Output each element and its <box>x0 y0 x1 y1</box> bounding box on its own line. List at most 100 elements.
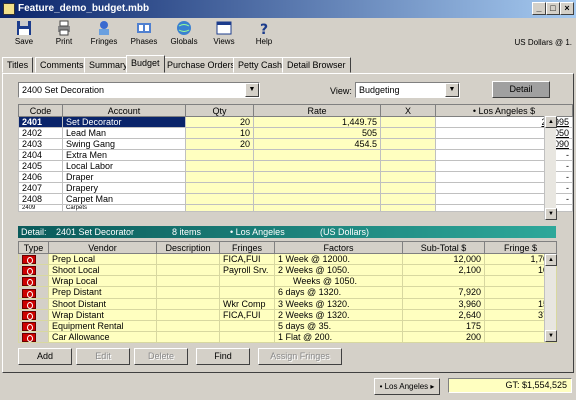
detail-description[interactable] <box>156 308 220 321</box>
detail-button[interactable]: Detail <box>492 81 550 98</box>
detail-fringes[interactable]: FICA,FUI <box>219 252 275 266</box>
scroll-down-icon[interactable]: ▼ <box>545 330 557 342</box>
col-vendor[interactable]: Vendor <box>48 241 157 254</box>
col-description[interactable]: Description <box>156 241 220 254</box>
detail-row[interactable]: Shoot Distant Wkr Comp 3 Weeks @ 1320. 3… <box>18 297 557 310</box>
detail-row[interactable]: Prep Local FICA,FUI 1 Week @ 12000. 12,0… <box>18 252 557 266</box>
budget-qty[interactable]: 20 <box>185 116 254 128</box>
add-button[interactable]: Add <box>18 348 72 365</box>
detail-vendor[interactable]: Wrap Distant <box>48 308 157 321</box>
detail-type[interactable] <box>18 264 49 277</box>
detail-description[interactable] <box>156 275 220 288</box>
detail-fringes[interactable] <box>219 330 275 344</box>
detail-fringes[interactable]: FICA,FUI <box>219 308 275 321</box>
budget-row[interactable]: 2402 Lead Man 10 505 5,050 <box>18 127 573 139</box>
detail-factors[interactable]: 1 Week @ 12000. <box>274 252 403 266</box>
col-fringes[interactable]: Fringes <box>219 241 275 254</box>
toolbar-views-button[interactable]: Views <box>204 19 244 49</box>
budget-qty[interactable]: 10 <box>185 127 254 139</box>
col-fringe-amount[interactable]: Fringe $ <box>484 241 557 254</box>
toolbar-phases-button[interactable]: Phases <box>124 19 164 49</box>
view-select[interactable]: Budgeting ▼ <box>355 82 460 98</box>
budget-qty[interactable] <box>185 160 254 172</box>
col-qty[interactable]: Qty <box>185 104 254 117</box>
detail-fringes[interactable]: Wkr Comp <box>219 297 275 310</box>
detail-type[interactable] <box>18 252 49 266</box>
detail-type[interactable] <box>18 297 49 310</box>
detail-vendor[interactable]: Equipment Rental <box>48 319 157 332</box>
budget-qty[interactable]: 20 <box>185 138 254 150</box>
detail-factors[interactable]: 3 Weeks @ 1320. <box>274 297 403 310</box>
budget-rate[interactable] <box>253 171 381 183</box>
detail-type[interactable] <box>18 330 49 344</box>
app-icon[interactable] <box>3 3 15 15</box>
detail-vendor[interactable]: Shoot Local <box>48 264 157 277</box>
budget-rate[interactable] <box>253 182 381 194</box>
budget-row[interactable]: 2408 Carpet Man - <box>18 193 573 205</box>
col-subtotal[interactable]: Sub-Total $ <box>402 241 485 254</box>
budget-x[interactable] <box>380 160 436 172</box>
toolbar-help-button[interactable]: ? Help <box>244 19 284 49</box>
budget-row[interactable]: 2407 Drapery - <box>18 182 573 194</box>
detail-fringes[interactable]: Payroll Srv. <box>219 264 275 277</box>
detail-description[interactable] <box>156 297 220 310</box>
chevron-down-icon[interactable]: ▼ <box>245 83 259 97</box>
scroll-up-icon[interactable]: ▲ <box>545 254 557 266</box>
tab-detail-browser[interactable]: Detail Browser <box>282 57 351 73</box>
col-los-angeles[interactable]: • Los Angeles $ <box>435 104 573 117</box>
budget-x[interactable] <box>380 138 436 150</box>
budget-row[interactable]: 2405 Local Labor - <box>18 160 573 172</box>
detail-row[interactable]: Prep Distant 6 days @ 1320. 7,920 <box>18 286 557 299</box>
close-button[interactable]: × <box>560 2 574 15</box>
detail-factors[interactable]: 6 days @ 1320. <box>274 286 403 299</box>
detail-type[interactable] <box>18 275 49 288</box>
detail-factors[interactable]: 5 days @ 35. <box>274 319 403 332</box>
detail-scrollbar[interactable]: ▲ ▼ <box>544 254 557 342</box>
toolbar-globals-button[interactable]: Globals <box>164 19 204 49</box>
find-button[interactable]: Find <box>196 348 250 365</box>
maximize-button[interactable]: □ <box>546 2 560 15</box>
budget-row[interactable]: 2409 Carpets <box>18 204 573 212</box>
toolbar-save-button[interactable]: Save <box>4 19 44 49</box>
budget-x[interactable] <box>380 116 436 128</box>
tab-petty-cash[interactable]: Petty Cash <box>233 57 288 73</box>
tab-titles[interactable]: Titles <box>2 57 34 73</box>
budget-x[interactable] <box>380 193 436 205</box>
col-code[interactable]: Code <box>18 104 63 117</box>
detail-row[interactable]: Car Allowance 1 Flat @ 200. 200 <box>18 330 557 344</box>
tab-purchase-orders[interactable]: Purchase Orders <box>162 57 241 73</box>
edit-button[interactable]: Edit <box>76 348 130 365</box>
detail-fringes[interactable] <box>219 275 275 288</box>
chevron-down-icon[interactable]: ▼ <box>445 83 459 97</box>
budget-row[interactable]: 2404 Extra Men - <box>18 149 573 161</box>
budget-x[interactable] <box>380 149 436 161</box>
col-rate[interactable]: Rate <box>253 104 381 117</box>
account-select[interactable]: 2400 Set Decoration ▼ <box>18 82 260 98</box>
toolbar-print-button[interactable]: Print <box>44 19 84 49</box>
budget-rate[interactable]: 454.5 <box>253 138 381 150</box>
budget-row[interactable]: 2406 Draper - <box>18 171 573 183</box>
budget-row[interactable]: 2403 Swing Gang 20 454.5 9,090 <box>18 138 573 150</box>
budget-qty[interactable] <box>185 149 254 161</box>
detail-description[interactable] <box>156 252 220 266</box>
col-x[interactable]: X <box>380 104 436 117</box>
detail-type[interactable] <box>18 308 49 321</box>
budget-rate[interactable] <box>253 193 381 205</box>
budget-x[interactable] <box>380 127 436 139</box>
detail-factors[interactable]: 1 Flat @ 200. <box>274 330 403 344</box>
delete-button[interactable]: Delete <box>134 348 188 365</box>
col-factors[interactable]: Factors <box>274 241 403 254</box>
budget-qty[interactable] <box>185 204 254 212</box>
budget-qty[interactable] <box>185 182 254 194</box>
budget-x[interactable] <box>380 182 436 194</box>
budget-qty[interactable] <box>185 171 254 183</box>
budget-rate[interactable] <box>253 160 381 172</box>
detail-fringes[interactable] <box>219 286 275 299</box>
scroll-up-icon[interactable]: ▲ <box>545 116 557 128</box>
budget-rate[interactable]: 1,449.75 <box>253 116 381 128</box>
minimize-button[interactable]: _ <box>532 2 546 15</box>
budget-qty[interactable] <box>185 193 254 205</box>
detail-vendor[interactable]: Prep Distant <box>48 286 157 299</box>
detail-row[interactable]: Wrap Local Weeks @ 1050. <box>18 275 557 288</box>
detail-factors[interactable]: Weeks @ 1050. <box>274 275 403 288</box>
